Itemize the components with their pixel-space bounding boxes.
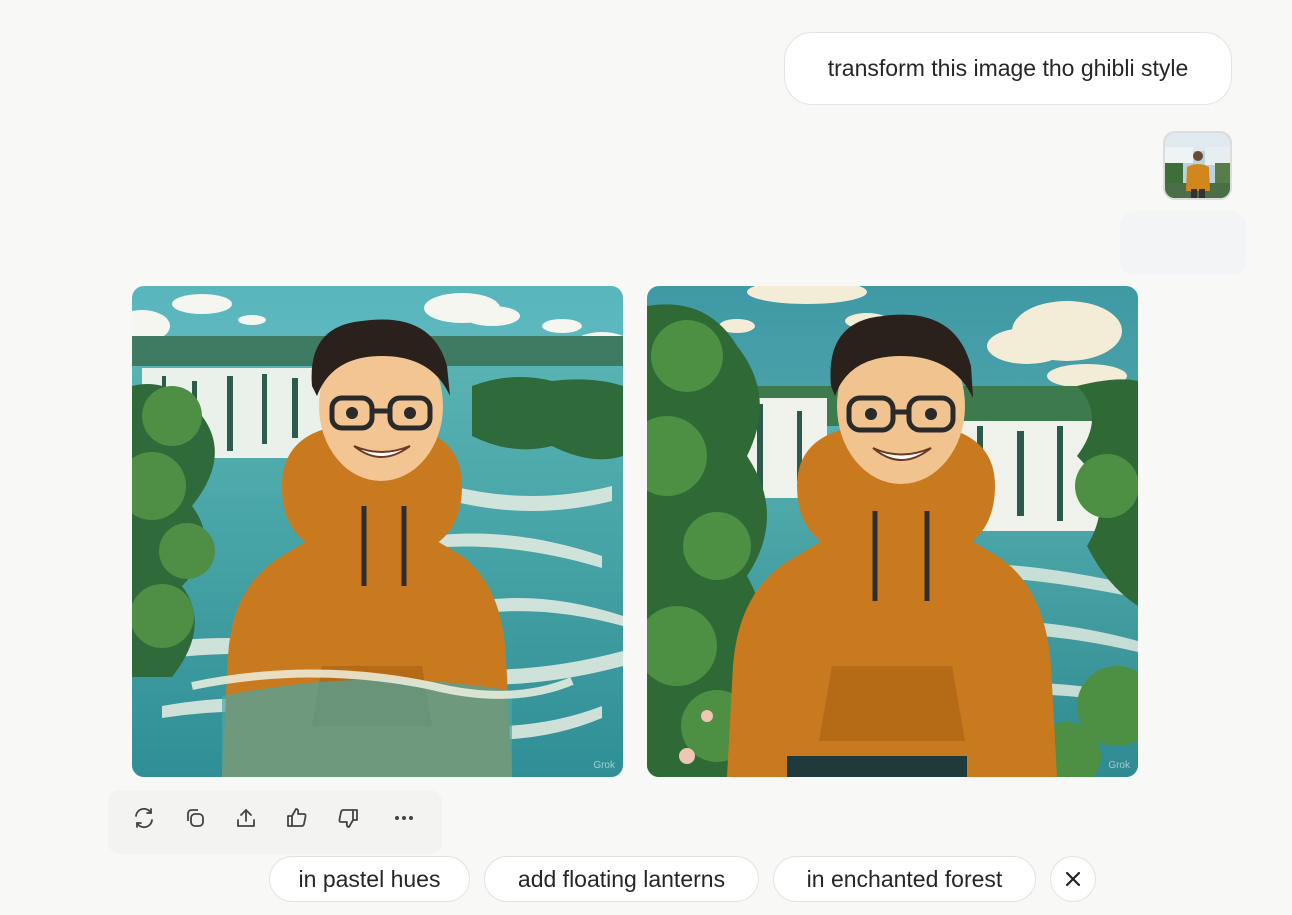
dislike-button[interactable] — [335, 805, 361, 831]
watermark: Grok — [1108, 760, 1130, 771]
more-icon — [395, 816, 413, 820]
share-icon — [237, 809, 255, 827]
watermark: Grok — [593, 760, 615, 771]
generated-image-2[interactable]: Grok — [647, 286, 1138, 777]
suggestion-chip[interactable]: in pastel hues — [269, 856, 470, 902]
ghibli-image-1 — [132, 286, 623, 777]
attached-image-thumbnail[interactable] — [1163, 131, 1232, 200]
share-button[interactable] — [233, 805, 259, 831]
thumbs-up-icon — [287, 808, 307, 827]
refresh-icon — [135, 807, 153, 829]
dismiss-suggestions-button[interactable] — [1050, 856, 1096, 902]
generated-image-1[interactable]: Grok — [132, 286, 623, 777]
regenerate-button[interactable] — [131, 805, 157, 831]
faint-placeholder — [1120, 211, 1246, 275]
suggestion-chip[interactable]: in enchanted forest — [773, 856, 1036, 902]
suggestion-label: add floating lanterns — [517, 865, 726, 892]
like-button[interactable] — [284, 805, 310, 831]
more-button[interactable] — [391, 805, 417, 831]
suggestion-label: in pastel hues — [298, 865, 441, 892]
suggestion-chip[interactable]: add floating lanterns — [484, 856, 759, 902]
thumbs-down-icon — [338, 809, 358, 828]
copy-icon — [187, 809, 204, 827]
user-message-text: transform this image tho ghibli style — [827, 55, 1189, 81]
suggestion-label: in enchanted forest — [806, 865, 1003, 892]
copy-button[interactable] — [182, 805, 208, 831]
ghibli-image-2 — [647, 286, 1138, 777]
close-icon — [1065, 871, 1081, 887]
user-message-bubble: transform this image tho ghibli style — [784, 32, 1232, 105]
photo-thumbnail-icon — [1165, 133, 1230, 198]
